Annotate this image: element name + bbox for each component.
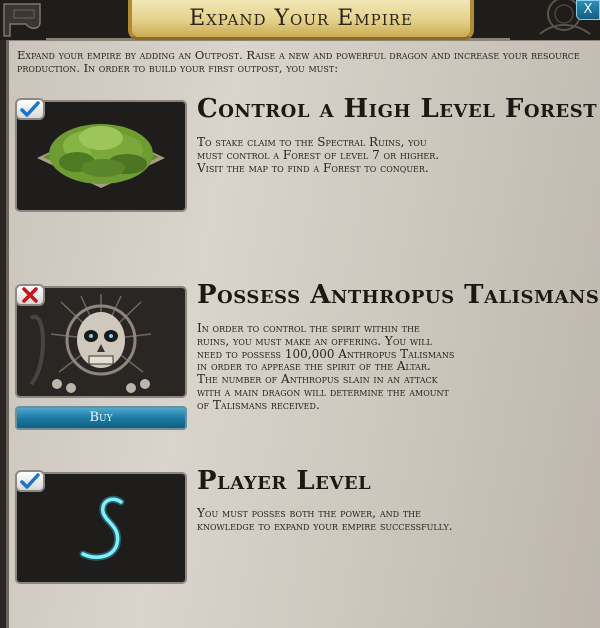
buy-button[interactable]: Buy xyxy=(15,406,187,430)
frame-left-inner-edge xyxy=(6,0,9,628)
requirement-title: Possess Anthropus Talismans xyxy=(197,280,600,310)
status-incomplete-badge xyxy=(15,284,45,306)
title-plate: Expand Your Empire xyxy=(128,0,474,40)
checkmark-icon xyxy=(20,101,40,117)
requirement-title: Player Level xyxy=(197,466,372,496)
requirement-title: Control a High Level Forest xyxy=(197,94,598,124)
requirement-description: To stake claim to the Spectral Ruins, yo… xyxy=(197,135,440,175)
requirement-description: You must posses both the power, and the … xyxy=(197,506,453,533)
corner-ornament-left-icon xyxy=(0,0,46,40)
intro-text: Expand your empire by adding an Outpost.… xyxy=(17,48,580,75)
dialog-title: Expand Your Empire xyxy=(189,6,413,31)
x-mark-icon xyxy=(22,287,38,303)
checkmark-icon xyxy=(20,473,40,489)
status-complete-badge xyxy=(15,470,45,492)
status-complete-badge xyxy=(15,98,45,120)
close-button[interactable]: X xyxy=(576,0,600,20)
requirement-description: In order to control the spirit within th… xyxy=(197,321,455,412)
